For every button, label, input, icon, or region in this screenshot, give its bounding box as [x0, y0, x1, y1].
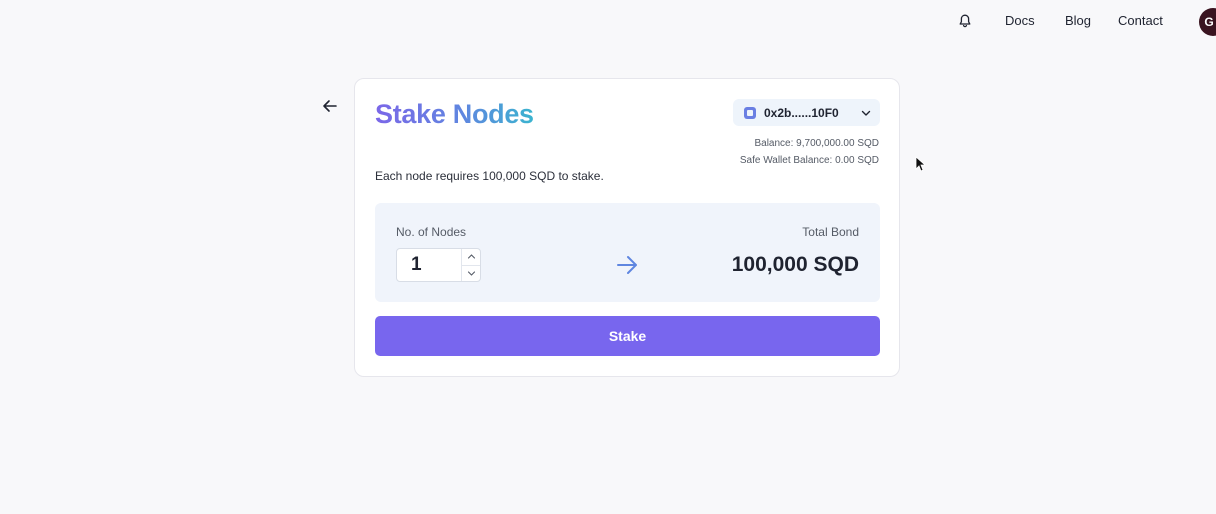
- nav-blog-link[interactable]: Blog: [1065, 13, 1091, 28]
- stepper-buttons: [461, 249, 480, 281]
- nav-contact-link[interactable]: Contact: [1118, 13, 1163, 28]
- nav-docs-link[interactable]: Docs: [1005, 13, 1035, 28]
- arrow-right-icon: [617, 256, 637, 274]
- page-title: Stake Nodes: [375, 99, 534, 129]
- chevron-down-icon: [467, 271, 475, 276]
- avatar-initial: G: [1204, 15, 1214, 29]
- total-bond-value: 100,000 SQD: [731, 253, 859, 276]
- bell-icon[interactable]: [957, 13, 973, 29]
- arrow-left-icon[interactable]: [320, 96, 340, 116]
- stake-button[interactable]: Stake: [375, 316, 880, 356]
- total-bond-label: Total Bond: [802, 225, 859, 239]
- nodes-input[interactable]: [397, 249, 461, 281]
- wallet-address: 0x2b......10F0: [764, 105, 839, 120]
- wallet-icon: [744, 106, 756, 119]
- chevron-up-icon: [467, 254, 475, 259]
- safe-wallet-balance-text: Safe Wallet Balance: 0.00 SQD: [739, 155, 879, 166]
- avatar[interactable]: G: [1199, 8, 1216, 36]
- balance-text: Balance: 9,700,000.00 SQD: [754, 138, 879, 149]
- decrement-button[interactable]: [462, 264, 480, 282]
- stake-nodes-card: Stake Nodes 0x2b......10F0 Balance: 9,70…: [354, 78, 900, 377]
- increment-button[interactable]: [462, 249, 480, 265]
- nodes-label: No. of Nodes: [396, 225, 467, 239]
- stake-requirement-text: Each node requires 100,000 SQD to stake.: [375, 169, 604, 183]
- nodes-stepper: [396, 248, 481, 282]
- chevron-down-icon: [861, 110, 871, 116]
- stake-panel: No. of Nodes Total Bond 100,000 SQD: [375, 203, 880, 302]
- top-nav: Docs Blog Contact G: [0, 0, 1216, 42]
- mouse-cursor-icon: [915, 156, 925, 172]
- wallet-selector[interactable]: 0x2b......10F0: [733, 99, 880, 126]
